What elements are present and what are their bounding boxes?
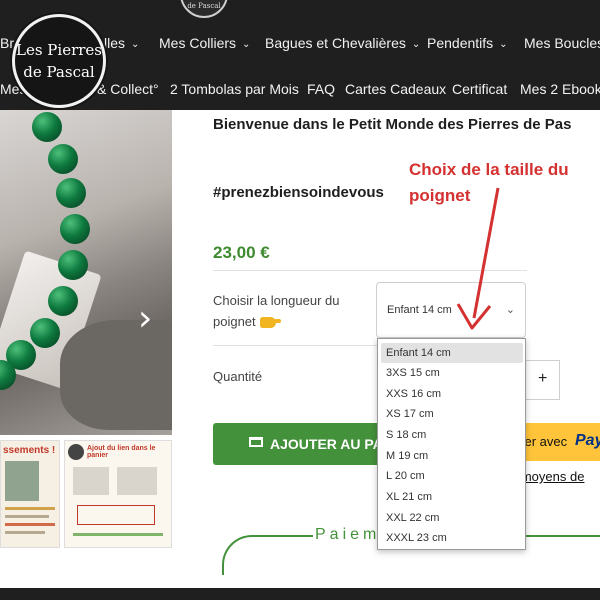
nav-item-certificat[interactable]: Certificat <box>452 81 507 97</box>
nav-item-label: lles <box>104 35 126 51</box>
top-seal-text: de Pascal <box>187 2 221 10</box>
malachite-bead <box>48 144 78 174</box>
dropdown-option[interactable]: M 19 cm <box>381 446 523 466</box>
nav-item-label: Mes Boucles <box>524 35 600 51</box>
product-hashtag: #prenezbiensoindevous <box>213 184 384 201</box>
dropdown-option[interactable]: XXL 22 cm <box>381 508 523 528</box>
malachite-bead <box>32 112 62 142</box>
thumbnail-text-line <box>73 533 163 536</box>
pointing-hand-icon <box>259 317 281 329</box>
thumbnail-screenshot <box>117 467 157 495</box>
nav-item-label: Pendentifs <box>427 35 494 51</box>
wrist-length-label: Choisir la longueur du poignet <box>213 290 368 332</box>
dropdown-option[interactable]: L 20 cm <box>381 466 523 486</box>
thumbnail-photo <box>5 461 39 501</box>
chevron-down-icon: ⌄ <box>499 39 508 50</box>
chevron-down-icon: ⌄ <box>505 304 515 316</box>
thumbnail-logo <box>68 444 84 460</box>
dropdown-option[interactable]: XXXL 23 cm <box>381 528 523 548</box>
nav-item-ebooks[interactable]: Mes 2 Ebooks <box>520 81 600 97</box>
logo-text-line2: de Pascal <box>23 63 95 81</box>
add-to-cart-label: AJOUTER AU PA <box>270 436 383 452</box>
chevron-down-icon: ⌄ <box>242 39 251 50</box>
thumbnail-text-line <box>5 531 45 534</box>
nav-item-label: Bagues et Chevalières <box>265 35 406 51</box>
dropdown-option[interactable]: S 18 cm <box>381 425 523 445</box>
plus-icon: + <box>538 370 548 387</box>
malachite-bead <box>48 286 78 316</box>
wrist-length-select[interactable]: Enfant 14 cm ⌄ <box>376 282 526 338</box>
malachite-bead <box>30 318 60 348</box>
thumbnail-text-line <box>5 515 49 518</box>
nav-item-colliers[interactable]: Mes Colliers ⌄ <box>159 35 250 51</box>
nav-item-faq[interactable]: FAQ <box>307 81 335 97</box>
nav-item-click-collect[interactable]: & Collect° <box>97 81 159 97</box>
select-value: Enfant 14 cm <box>387 304 452 316</box>
nav-item-tombolas[interactable]: 2 Tombolas par Mois <box>170 81 299 97</box>
malachite-bead <box>56 178 86 208</box>
quantity-label: Quantité <box>213 369 263 384</box>
chevron-down-icon: ⌄ <box>411 39 421 50</box>
top-seal-logo: de Pascal <box>180 0 228 18</box>
nav-item-bracelets-tail[interactable]: lles ⌄ <box>104 35 139 51</box>
nav-item-pendentifs[interactable]: Pendentifs ⌄ <box>427 35 508 51</box>
product-thumbnail[interactable]: ssements ! <box>0 440 60 548</box>
wrist-length-label-text: Choisir la longueur du poignet <box>213 293 340 329</box>
product-thumbnail[interactable]: Ajout du lien dans le panier <box>64 440 172 548</box>
dropdown-option[interactable]: XS 17 cm <box>381 404 523 424</box>
dropdown-option[interactable]: Enfant 14 cm <box>381 343 523 363</box>
rock <box>60 320 172 430</box>
malachite-bead <box>60 214 90 244</box>
nav-item-cartes-cadeaux[interactable]: Cartes Cadeaux <box>345 81 446 97</box>
product-title: Bienvenue dans le Petit Monde des Pierre… <box>213 116 572 133</box>
product-price: 23,00 € <box>213 243 270 262</box>
wrist-length-dropdown: Enfant 14 cm 3XS 15 cm XXS 16 cm XS 17 c… <box>377 338 526 550</box>
cart-icon <box>249 437 263 447</box>
dropdown-option[interactable]: 3XS 15 cm <box>381 363 523 383</box>
annotation-text: Choix de la taille du poignet <box>409 160 569 205</box>
divider <box>213 270 527 271</box>
chevron-down-icon: ⌄ <box>131 39 140 50</box>
thumbnail-text-line <box>5 507 55 510</box>
thumbnail-title: Ajout du lien dans le panier <box>87 445 156 459</box>
thumbnail-box <box>77 505 155 525</box>
thumbnail-text-line <box>5 523 55 526</box>
product-image: › <box>0 110 172 435</box>
paypal-logo: Pay <box>575 432 600 449</box>
site-logo[interactable]: Les Pierres de Pascal <box>12 14 106 108</box>
nav-item-boucles[interactable]: Mes Boucles <box>524 35 600 51</box>
add-to-cart-button[interactable]: AJOUTER AU PA <box>213 423 383 465</box>
nav-item-bagues[interactable]: Bagues et Chevalières ⌄ <box>265 35 420 51</box>
dropdown-option[interactable]: XXS 16 cm <box>381 384 523 404</box>
nav-item-label: Mes Colliers <box>159 35 237 51</box>
malachite-bead <box>58 250 88 280</box>
thumbnail-screenshot <box>73 467 109 495</box>
dropdown-option[interactable]: XL 21 cm <box>381 487 523 507</box>
logo-text-line1: Les Pierres <box>16 41 102 59</box>
thumbnail-title: ssements ! <box>3 445 56 456</box>
divider <box>213 345 378 346</box>
bottom-bar <box>0 588 600 600</box>
chevron-right-icon[interactable]: › <box>138 298 152 339</box>
